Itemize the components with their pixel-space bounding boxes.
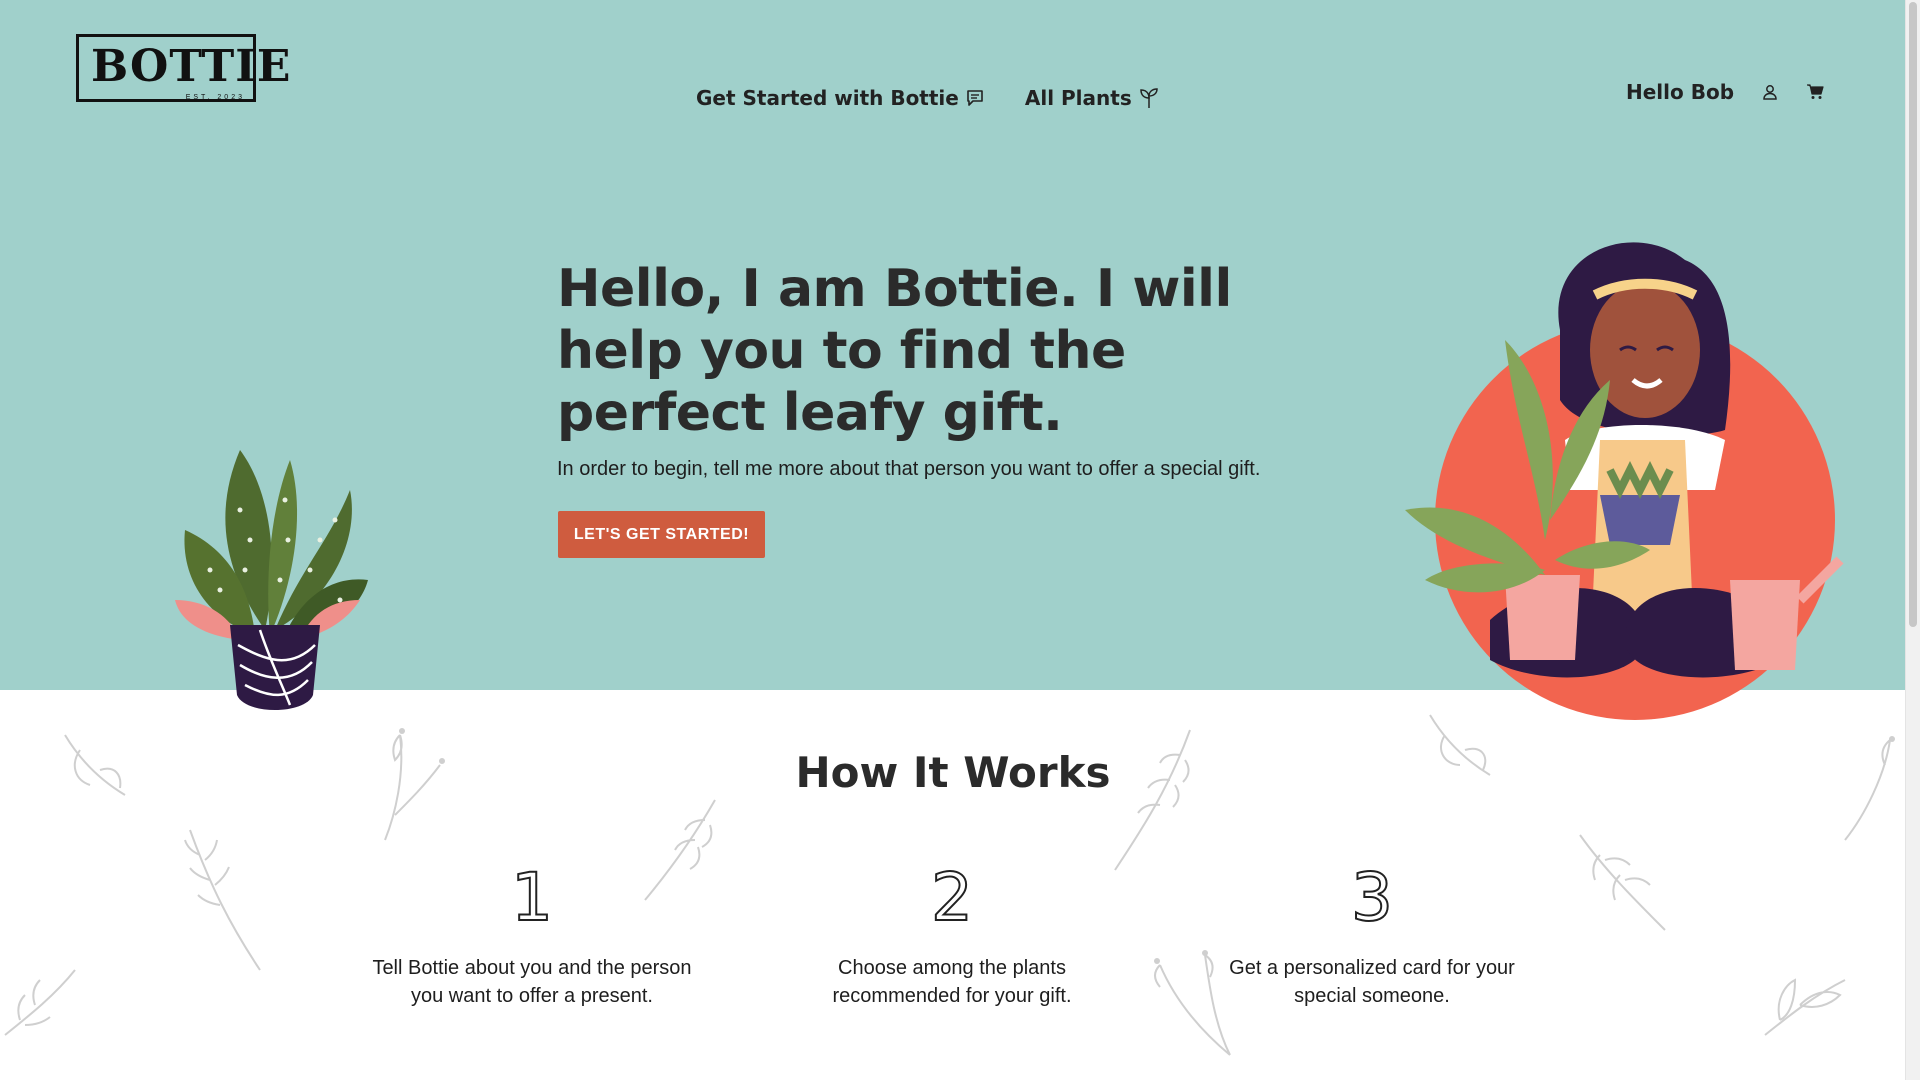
step-number: 3	[1350, 859, 1394, 936]
branch-sketch-decoration	[4, 969, 76, 1036]
get-started-button[interactable]: LET'S GET STARTED!	[558, 511, 765, 558]
main-nav: Get Started with Bottie All Plants	[696, 86, 1160, 110]
step-1: 1 Tell Bottie about you and the person y…	[362, 859, 702, 1010]
potted-plant-illustration	[175, 450, 368, 710]
chat-icon	[965, 88, 985, 108]
plant-leaves	[175, 450, 368, 640]
branch-sketch-decoration	[184, 829, 261, 971]
how-it-works-title: How It Works	[795, 748, 1111, 797]
hero-subtext: In order to begin, tell me more about th…	[557, 458, 1261, 480]
hero-headline: Hello, I am Bottie. I will help you to f…	[557, 259, 1232, 443]
user-area: Hello Bob	[1626, 80, 1824, 104]
nav-get-started-label: Get Started with Bottie	[696, 86, 959, 110]
bottie-logo[interactable]: BOTTIE EST. 2023	[76, 34, 290, 102]
plant-pot	[230, 625, 320, 710]
branch-sketch-decoration	[1579, 834, 1666, 931]
user-greeting: Hello Bob	[1626, 80, 1735, 104]
logo-established: EST. 2023	[185, 94, 245, 101]
step-3: 3 Get a personalized card for your speci…	[1202, 859, 1542, 1010]
user-icon[interactable]	[1762, 84, 1778, 100]
step-number: 1	[510, 859, 554, 936]
page-scrollbar[interactable]	[1905, 0, 1920, 1080]
nav-all-plants[interactable]: All Plants	[1025, 86, 1160, 110]
nav-get-started[interactable]: Get Started with Bottie	[696, 86, 985, 110]
step-2: 2 Choose among the plants recommended fo…	[782, 859, 1122, 1010]
nav-all-plants-label: All Plants	[1024, 86, 1132, 110]
woman-with-plant-illustration	[1405, 242, 1844, 720]
step-number: 2	[930, 859, 974, 936]
scrollbar-thumb[interactable]	[1909, 2, 1917, 627]
step-description: Choose among the plants recommended for …	[832, 957, 1072, 1007]
sprout-icon	[1138, 87, 1160, 109]
step-description: Get a personalized card for your special…	[1229, 957, 1515, 1007]
step-description: Tell Bottie about you and the person you…	[372, 957, 692, 1007]
logo-text: BOTTIE	[91, 41, 292, 92]
cart-icon[interactable]	[1806, 84, 1824, 100]
leaf-sketch-decoration	[1764, 978, 1846, 1036]
